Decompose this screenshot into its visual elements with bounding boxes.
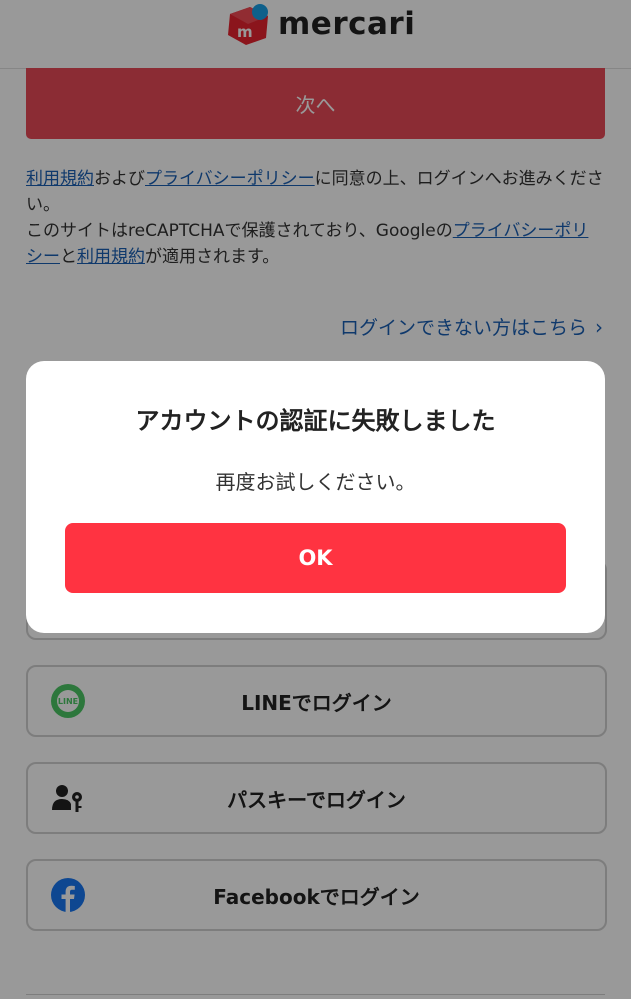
ok-button[interactable]: OK [65,523,566,593]
login-page: m mercari 次へ 利用規約およびプライバシーポリシーに同意の上、ログイン… [0,0,631,999]
dialog-title: アカウントの認証に失敗しました [135,407,496,435]
auth-error-dialog: アカウントの認証に失敗しました 再度お試しください。 OK [26,361,605,633]
dialog-message: 再度お試しください。 [215,470,416,494]
